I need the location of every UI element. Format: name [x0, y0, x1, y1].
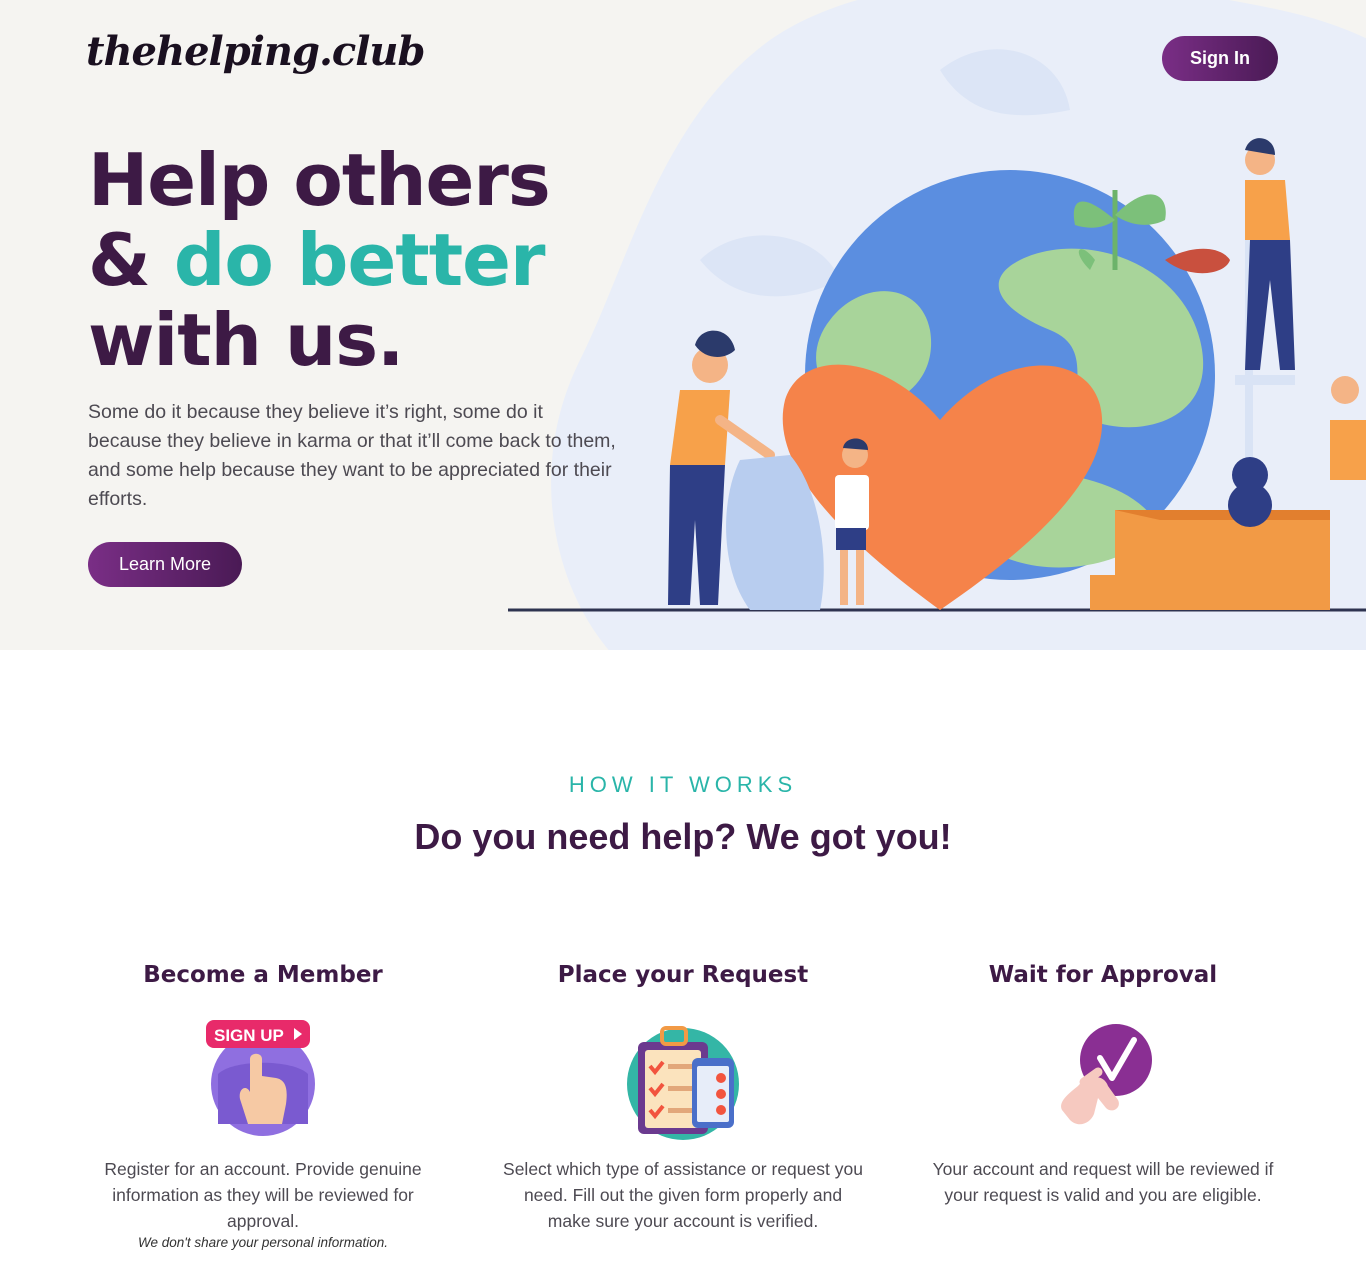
- step-description: Your account and request will be reviewe…: [932, 1159, 1274, 1205]
- hero-headline: Help others & do better with us.: [88, 138, 551, 382]
- step-title: Place your Request: [557, 962, 809, 988]
- how-it-works-eyebrow: HOW IT WORKS: [568, 772, 798, 797]
- step-title: Wait for Approval: [988, 962, 1218, 988]
- step-title: Become a Member: [143, 962, 383, 988]
- step-become-member: Become a Member SIGN UP Register for an …: [83, 962, 443, 1252]
- headline-accent: do better: [173, 218, 546, 302]
- step-place-request: Place your Request Select which type of …: [503, 962, 863, 1234]
- headline-line-2-prefix: &: [88, 218, 174, 302]
- sign-up-icon: SIGN UP: [198, 1014, 328, 1144]
- how-it-works-title: Do you need help? We got you!: [414, 816, 952, 857]
- step-wait-approval: Wait for Approval Your account and reque…: [923, 962, 1283, 1208]
- headline-line-3: with us.: [88, 298, 404, 382]
- hero-illustration: [508, 138, 1366, 612]
- hero-section: thehelping.club Sign In Help others & do…: [0, 0, 1366, 650]
- headline-line-1: Help others: [88, 138, 551, 222]
- clipboard-checklist-icon: [618, 1014, 748, 1144]
- checkmark-hand-icon: [1038, 1014, 1168, 1144]
- step-description: Register for an account. Provide genuine…: [104, 1159, 422, 1231]
- sign-in-button[interactable]: Sign In: [1162, 36, 1278, 81]
- sign-up-icon-label: SIGN UP: [214, 1026, 284, 1045]
- privacy-note: We don't share your personal information…: [138, 1235, 388, 1250]
- learn-more-button[interactable]: Learn More: [88, 542, 242, 587]
- logo[interactable]: thehelping.club: [86, 28, 425, 75]
- step-description: Select which type of assistance or reque…: [503, 1159, 863, 1231]
